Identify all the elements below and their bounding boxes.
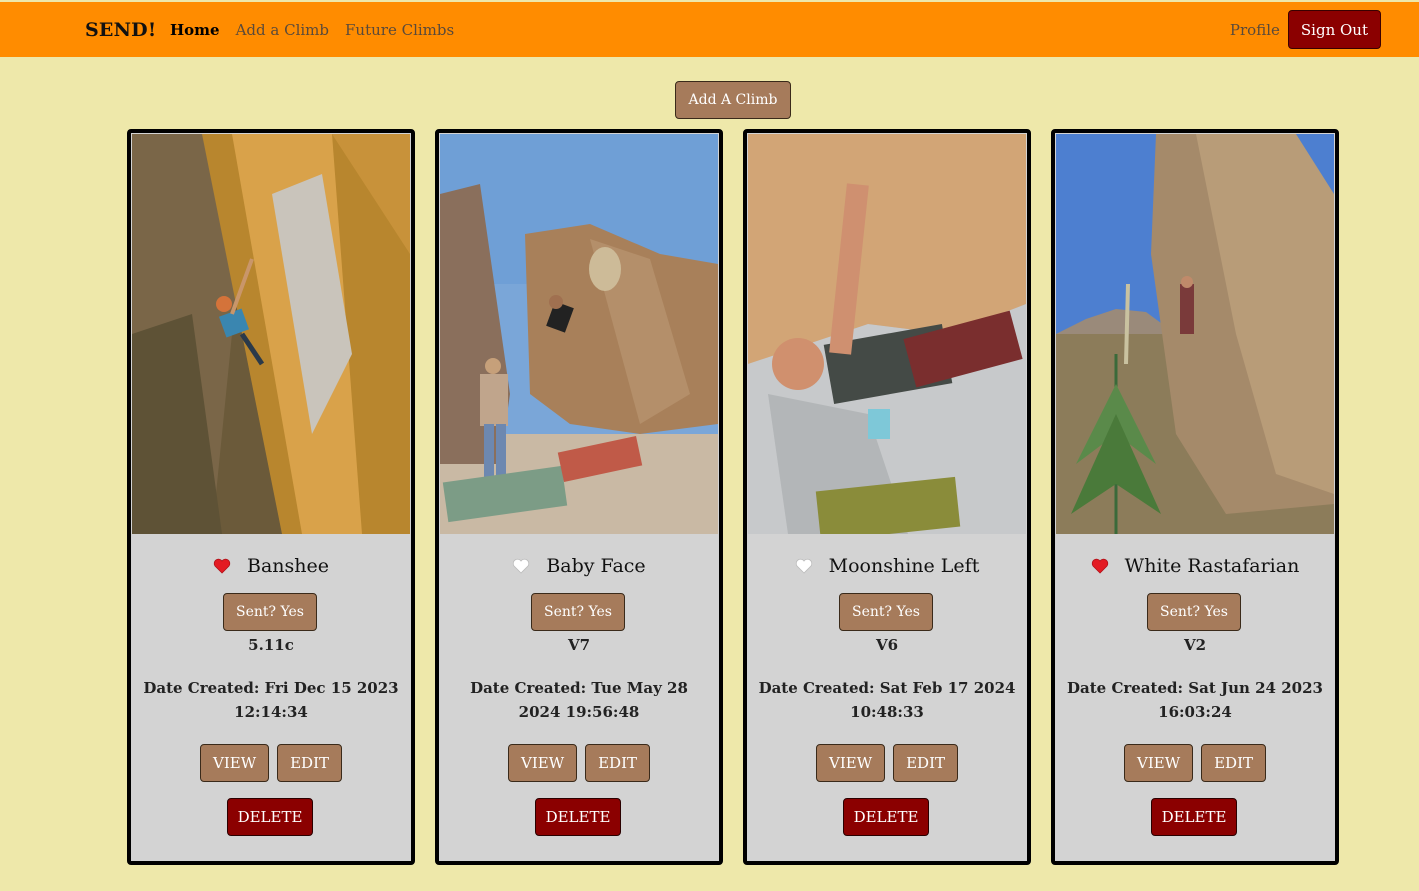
delete-button[interactable]: DELETE (535, 798, 621, 836)
heart-outline-icon[interactable] (512, 558, 530, 574)
delete-button[interactable]: DELETE (843, 798, 929, 836)
climb-grade: V2 (1183, 636, 1207, 654)
card-actions: VIEW EDIT (439, 744, 719, 782)
climb-card-list: Banshee Sent? Yes 5.11c Date Created: Fr… (127, 129, 1339, 865)
nav-links: Home Add a Climb Future Climbs (170, 21, 454, 39)
climber-on-orange-rock-face-photo[interactable] (132, 134, 410, 534)
sent-status-button[interactable]: Sent? Yes (223, 593, 317, 631)
date-created: Date Created: Sat Jun 24 2023 16:03:24 (1067, 679, 1323, 721)
climb-name: White Rastafarian (1124, 555, 1300, 577)
sign-out-button[interactable]: Sign Out (1287, 10, 1381, 49)
climb-grade: V6 (875, 636, 899, 654)
edit-button[interactable]: EDIT (585, 744, 651, 782)
climb-grade: 5.11c (248, 636, 294, 654)
card-actions: VIEW EDIT (747, 744, 1027, 782)
card-actions: VIEW EDIT (1055, 744, 1335, 782)
nav-link-home[interactable]: Home (170, 21, 220, 39)
heart-icon[interactable] (213, 558, 231, 574)
card-actions: VIEW EDIT (131, 744, 411, 782)
date-created: Date Created: Sat Feb 17 2024 10:48:33 (758, 679, 1016, 721)
heart-icon[interactable] (1091, 558, 1109, 574)
profile-link[interactable]: Profile (1230, 21, 1280, 39)
edit-button[interactable]: EDIT (277, 744, 343, 782)
sent-status-button[interactable]: Sent? Yes (839, 593, 933, 631)
climb-name: Baby Face (546, 555, 646, 577)
card-title-row: Moonshine Left (747, 555, 1027, 577)
climb-grade: V7 (567, 636, 591, 654)
navbar: SEND! Home Add a Climb Future Climbs Pro… (0, 2, 1419, 57)
climb-card: Baby Face Sent? Yes V7 Date Created: Tue… (435, 129, 723, 865)
climb-card: Banshee Sent? Yes 5.11c Date Created: Fr… (127, 129, 415, 865)
climb-card: White Rastafarian Sent? Yes V2 Date Crea… (1051, 129, 1339, 865)
card-title-row: White Rastafarian (1055, 555, 1335, 577)
climb-name: Banshee (246, 555, 329, 577)
climber-under-overhang-photo[interactable] (748, 134, 1026, 534)
date-created: Date Created: Tue May 28 2024 19:56:48 (470, 679, 688, 721)
view-button[interactable]: VIEW (507, 744, 578, 782)
card-title-row: Baby Face (439, 555, 719, 577)
nav-link-future-climbs[interactable]: Future Climbs (345, 21, 454, 39)
climb-card: Moonshine Left Sent? Yes V6 Date Created… (743, 129, 1031, 865)
brand-logo[interactable]: SEND! (85, 19, 156, 41)
view-button[interactable]: VIEW (1123, 744, 1194, 782)
nav-link-add-climb[interactable]: Add a Climb (236, 21, 329, 39)
edit-button[interactable]: EDIT (1201, 744, 1267, 782)
nav-right: Profile Sign Out (1230, 10, 1381, 49)
add-climb-button[interactable]: Add A Climb (675, 81, 791, 119)
view-button[interactable]: VIEW (199, 744, 270, 782)
view-button[interactable]: VIEW (815, 744, 886, 782)
delete-button[interactable]: DELETE (227, 798, 313, 836)
heart-outline-icon[interactable] (795, 558, 813, 574)
sent-status-button[interactable]: Sent? Yes (531, 593, 625, 631)
climb-name: Moonshine Left (828, 555, 980, 577)
delete-button[interactable]: DELETE (1151, 798, 1237, 836)
boulder-with-spotter-photo[interactable] (440, 134, 718, 534)
card-title-row: Banshee (131, 555, 411, 577)
date-created: Date Created: Fri Dec 15 2023 12:14:34 (143, 679, 399, 721)
sent-status-button[interactable]: Sent? Yes (1147, 593, 1241, 631)
edit-button[interactable]: EDIT (893, 744, 959, 782)
desert-boulder-with-yucca-photo[interactable] (1056, 134, 1334, 534)
